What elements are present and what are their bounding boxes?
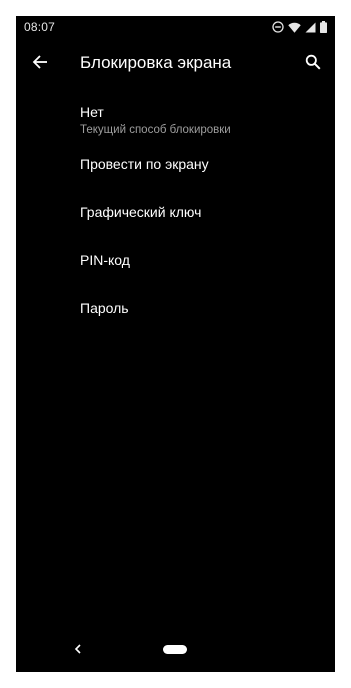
search-icon: [305, 54, 321, 75]
phone-screen: 08:07 Блокировка экрана Нет Текущий спос…: [16, 16, 335, 672]
signal-icon: [305, 22, 316, 33]
status-time: 08:07: [24, 20, 56, 34]
option-pin[interactable]: PIN-код: [16, 238, 335, 282]
search-button[interactable]: [299, 50, 327, 78]
option-title: Провести по экрану: [80, 156, 209, 172]
option-subtitle: Текущий способ блокировки: [80, 124, 231, 136]
option-pattern[interactable]: Графический ключ: [16, 190, 335, 234]
do-not-disturb-icon: [272, 21, 284, 33]
battery-icon: [320, 21, 327, 33]
option-title: Нет: [80, 104, 104, 120]
home-pill-icon[interactable]: [163, 645, 187, 654]
status-icons: [272, 20, 327, 34]
arrow-back-icon: [32, 54, 48, 75]
option-password[interactable]: Пароль: [16, 286, 335, 330]
app-bar: Блокировка экрана: [16, 38, 335, 90]
back-button[interactable]: [26, 50, 54, 78]
option-none[interactable]: Нет Текущий способ блокировки: [16, 94, 335, 140]
nav-back-icon: [74, 641, 82, 659]
option-title: Графический ключ: [80, 204, 202, 220]
wifi-icon: [288, 22, 301, 33]
navigation-bar: [16, 628, 335, 672]
option-swipe[interactable]: Провести по экрану: [16, 142, 335, 186]
page-title: Блокировка экрана: [80, 53, 232, 72]
option-title: PIN-код: [80, 252, 130, 268]
nav-back-button[interactable]: [70, 642, 86, 658]
option-title: Пароль: [80, 300, 129, 316]
status-bar: 08:07: [16, 16, 335, 38]
